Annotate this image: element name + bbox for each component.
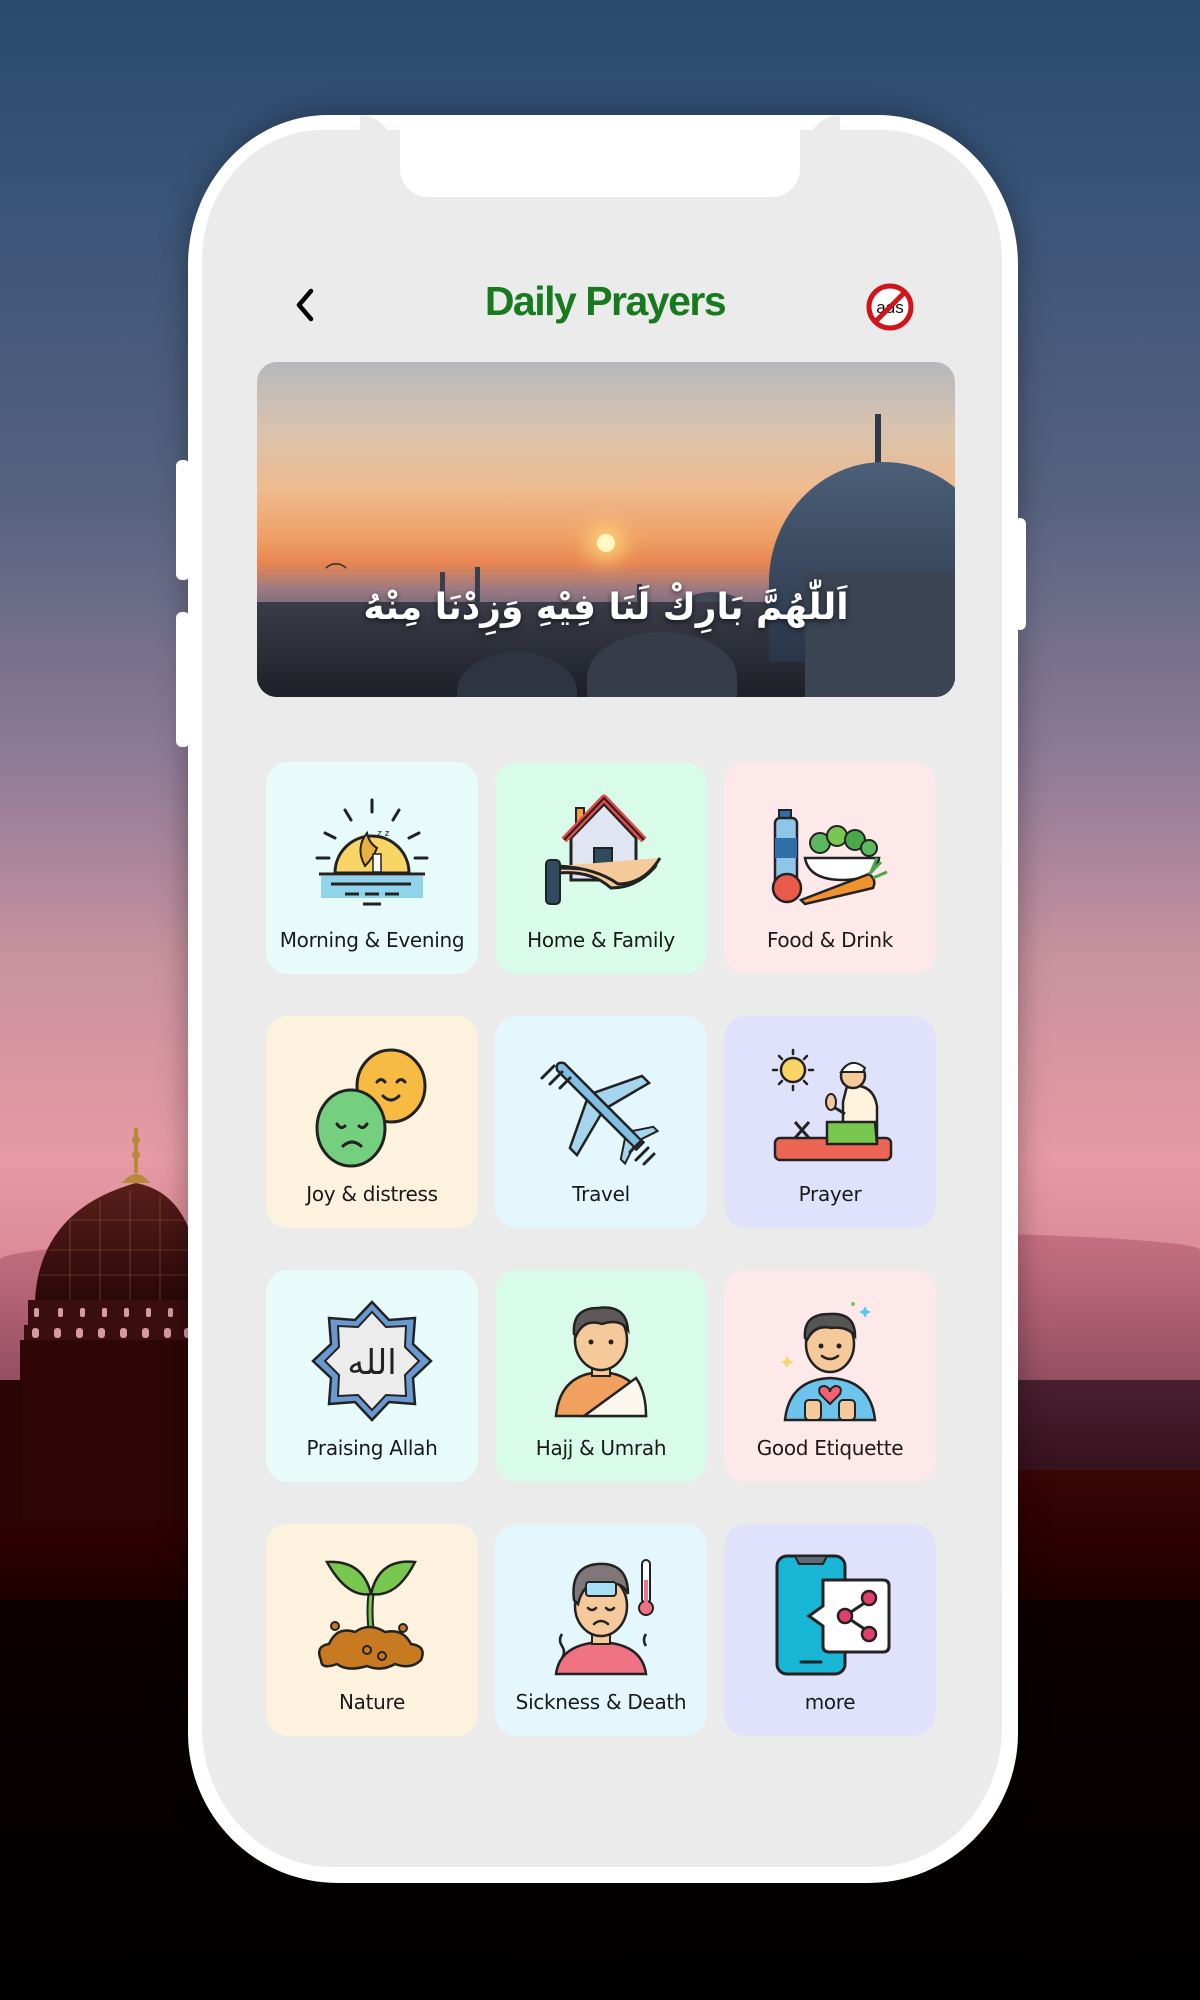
house-in-hand-icon <box>545 794 662 905</box>
svg-text:الله: الله <box>347 1343 396 1383</box>
emotions-icon <box>315 1048 427 1168</box>
sunrise-icon: z z <box>315 798 429 906</box>
category-label: Hajj & Umrah <box>535 1436 667 1460</box>
phone-notch <box>360 115 840 197</box>
sick-person-icon <box>554 1559 654 1676</box>
category-label: Morning & Evening <box>279 928 465 952</box>
power-button <box>1014 518 1026 630</box>
pilgrim-icon <box>554 1306 648 1418</box>
category-joy-distress[interactable]: Joy & distress <box>266 1016 478 1228</box>
category-label: more <box>804 1690 856 1714</box>
share-app-icon <box>775 1554 891 1676</box>
category-morning-evening[interactable]: z z Morning & Evening <box>266 762 478 974</box>
category-label: Sickness & Death <box>515 1690 687 1714</box>
food-drink-icon <box>771 809 888 906</box>
category-label: Travel <box>572 1182 630 1206</box>
category-more[interactable]: more <box>724 1524 936 1736</box>
sprout-icon <box>318 1560 424 1670</box>
airplane-icon <box>540 1061 660 1166</box>
praying-man-icon <box>771 1048 893 1162</box>
banner-sun <box>597 534 615 552</box>
category-label: Prayer <box>798 1182 862 1206</box>
category-label: Good Etiquette <box>756 1436 904 1460</box>
bird-icon: ⌒ <box>325 562 348 587</box>
category-prayer[interactable]: Prayer <box>724 1016 936 1228</box>
category-label: Food & Drink <box>766 928 894 952</box>
category-nature[interactable]: Nature <box>266 1524 478 1736</box>
background-mosque-dome <box>0 1128 200 1520</box>
app-header: Daily Prayers ads <box>255 270 955 340</box>
category-good-etiquette[interactable]: Good Etiquette <box>724 1270 936 1482</box>
volume-up-button <box>176 460 190 580</box>
category-hajj-umrah[interactable]: Hajj & Umrah <box>495 1270 707 1482</box>
dua-banner[interactable]: ⌒ اَللّٰهُمَّ بَارِكْ لَنَا فِيْهِ وَزِد… <box>257 362 955 697</box>
allah-star-icon: الله <box>311 1300 433 1422</box>
kind-person-icon <box>781 1302 877 1422</box>
page-title: Daily Prayers <box>484 278 727 324</box>
remove-ads-button[interactable]: ads <box>865 282 915 332</box>
category-sickness-death[interactable]: Sickness & Death <box>495 1524 707 1736</box>
category-travel[interactable]: Travel <box>495 1016 707 1228</box>
banner-spire <box>875 414 881 464</box>
category-label: Praising Allah <box>306 1436 438 1460</box>
svg-text:z z: z z <box>377 829 390 839</box>
category-label: Nature <box>338 1690 406 1714</box>
category-label: Joy & distress <box>306 1182 438 1206</box>
category-label: Home & Family <box>527 928 675 952</box>
category-food-drink[interactable]: Food & Drink <box>724 762 936 974</box>
no-ads-icon: ads <box>866 283 914 331</box>
volume-down-button <box>176 612 190 747</box>
category-home-family[interactable]: Home & Family <box>495 762 707 974</box>
dua-text: اَللّٰهُمَّ بَارِكْ لَنَا فِيْهِ وَزِدْن… <box>363 587 849 628</box>
category-praising-allah[interactable]: الله Praising Allah <box>266 1270 478 1482</box>
